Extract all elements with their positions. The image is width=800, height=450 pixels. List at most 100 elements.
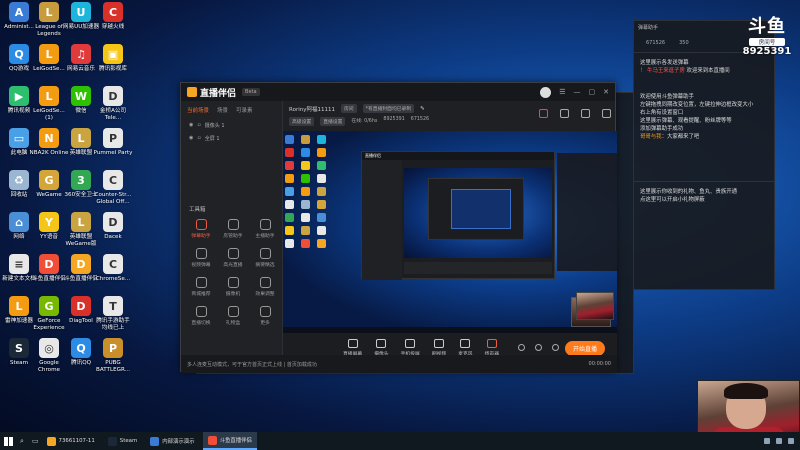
taskbar-item-icon xyxy=(207,435,217,445)
chat-text: 欢迎使用斗鱼弹幕助手 xyxy=(640,94,694,100)
live-settings-button[interactable]: 直播设置 xyxy=(320,117,346,126)
desktop-icon[interactable]: C ChromeSe... xyxy=(94,254,132,302)
desktop-icon-image: L xyxy=(39,2,59,22)
settings-icon[interactable] xyxy=(552,344,559,351)
taskbar-item[interactable]: 73661107-11 xyxy=(42,432,100,450)
network-icon[interactable] xyxy=(764,438,770,444)
desktop-icon[interactable]: D Dacek xyxy=(94,212,132,260)
desktop-icon-image: ♻ xyxy=(9,170,29,190)
tool-button[interactable]: 效果调整 xyxy=(249,277,281,297)
chat-username[interactable]: 哥哥与我 xyxy=(640,134,662,140)
status-text: 多人连麦互动模式，可于官方首页正式上线 | 首页加载成功 xyxy=(187,361,317,368)
toolbox-label: 工具箱 xyxy=(189,207,206,213)
room-title[interactable]: Roriny阿福11111 xyxy=(289,105,335,113)
close-icon[interactable]: ✕ xyxy=(603,88,609,96)
tool-button[interactable]: 房管助手 xyxy=(217,219,249,239)
tool-button[interactable]: 礼物盒 xyxy=(217,306,249,326)
tool-label: 摄像机 xyxy=(225,292,241,297)
lock-icon[interactable]: ▫ xyxy=(197,135,200,142)
desktop-icon-image: A xyxy=(9,2,29,22)
tool-button[interactable]: 主播助手 xyxy=(249,219,281,239)
tool-button[interactable]: 摘要精选 xyxy=(249,248,281,268)
desktop-icon[interactable]: P Pummel Party xyxy=(94,128,132,176)
tool-button[interactable]: 高光直播 xyxy=(217,248,249,268)
taskbar-item-label: Steam xyxy=(119,438,138,444)
taskbar-item[interactable]: Steam xyxy=(103,432,142,450)
chat-message: 这里展示弹幕、观看提醒、粉丝牌等等 xyxy=(634,117,774,125)
menu-icon[interactable]: ☰ xyxy=(559,88,565,96)
taskbar-item-icon xyxy=(46,436,56,446)
preview-desktop-icon xyxy=(301,174,310,183)
gift-icon[interactable] xyxy=(539,109,548,118)
desktop-icon-image: ⌂ xyxy=(9,212,29,232)
preview-recursive-core xyxy=(451,189,511,229)
volume-icon[interactable] xyxy=(776,438,782,444)
desktop-icon[interactable]: ▣ 腾讯影视库 xyxy=(94,44,132,92)
tool-button[interactable]: 摄像机 xyxy=(217,277,249,297)
chat-message: 添加弹幕助手成功 xyxy=(634,125,774,133)
maximize-icon[interactable]: ▢ xyxy=(589,88,596,96)
source-icon xyxy=(376,339,387,348)
start-button[interactable] xyxy=(0,432,16,450)
desktop-icon[interactable]: C 穿越火线 xyxy=(94,2,132,50)
search-icon[interactable]: ⌕ xyxy=(20,437,24,446)
tool-button[interactable]: 商城推荐 xyxy=(185,277,217,297)
scene-item[interactable]: ◉ ▫ 全屏 1 xyxy=(181,132,282,145)
scene-item[interactable]: ◉ ▫ 摄像头 1 xyxy=(181,119,282,132)
desktop-icon-image: ≡ xyxy=(9,254,29,274)
tab-materials[interactable]: 可录素 xyxy=(236,106,253,114)
task-view-icon[interactable]: ▭ xyxy=(32,437,39,445)
tool-button[interactable]: 直播切换 xyxy=(185,306,217,326)
desktop-icon-image: L xyxy=(71,212,91,232)
taskbar-item[interactable]: 内部演示演示 xyxy=(145,432,199,450)
desktop-icon-image: ◎ xyxy=(39,338,59,358)
taskbar-item[interactable]: 斗鱼直播伴侣 xyxy=(202,432,257,450)
desktop-icon-image: U xyxy=(71,2,91,22)
start-live-button[interactable]: 开始直播 xyxy=(564,341,605,356)
desktop-icon-image: C xyxy=(103,170,123,190)
tool-label: 主播助手 xyxy=(255,234,275,239)
preview-desktop-icon xyxy=(285,174,294,183)
tool-button[interactable]: 更多 xyxy=(249,306,281,326)
desktop-icon[interactable]: C Counter-Str... Global Off... xyxy=(94,170,132,218)
record-icon[interactable] xyxy=(518,344,525,351)
desktop-icon-image: D xyxy=(71,296,91,316)
streaming-app-window[interactable]: 直播伴侣 Beta ☰ — ▢ ✕ 当前场景 场景 可录素 ◉ ▫ 摄像头 1 … xyxy=(180,82,617,373)
edit-icon[interactable]: ✎ xyxy=(420,106,425,112)
desktop-icon[interactable]: D 金桥A公司 Tele... xyxy=(94,86,132,134)
fan-count: 350 xyxy=(679,39,689,46)
room-chip[interactable]: 房间 xyxy=(340,104,357,113)
chat-assistant-window[interactable]: 弹幕助手 671526 350 这里展示各发送弹幕！ 牛马王来逛子房 欢迎来到本… xyxy=(633,20,775,290)
tool-icon xyxy=(227,277,239,288)
tool-button[interactable]: 视频弹幕 xyxy=(185,248,217,268)
desktop-icon[interactable]: T 腾讯手游助手 均线已上 xyxy=(94,296,132,344)
mail-icon[interactable] xyxy=(560,109,569,118)
tool-icon xyxy=(195,277,207,288)
preview-desktop-icon xyxy=(301,226,310,235)
share-icon[interactable] xyxy=(602,109,611,118)
tab-current-scene[interactable]: 当前场景 xyxy=(187,106,209,114)
windows-taskbar: ⌕ ▭ 73661107-11 Steam 内部演示演示 斗鱼直播伴侣 xyxy=(0,432,800,450)
eye-icon[interactable]: ◉ xyxy=(189,122,193,129)
preview-desktop-icon xyxy=(301,239,310,248)
tool-label: 更多 xyxy=(260,321,270,326)
stream-preview[interactable]: 直播伴侣 xyxy=(283,131,617,333)
grid-icon[interactable] xyxy=(581,109,590,118)
minimize-icon[interactable]: — xyxy=(574,88,581,96)
eye-icon[interactable]: ◉ xyxy=(189,135,193,142)
desktop-icon-image: L xyxy=(39,44,59,64)
eye-icon[interactable] xyxy=(535,344,542,351)
lock-icon[interactable]: ▫ xyxy=(197,122,200,129)
tab-scenes[interactable]: 场景 xyxy=(217,106,228,114)
advanced-settings-button[interactable]: 高级设置 xyxy=(289,117,315,126)
chat-username[interactable]: ！ 牛马王来逛子房 xyxy=(640,68,685,74)
header-icons xyxy=(539,109,611,118)
notification-icon[interactable] xyxy=(788,438,794,444)
app-titlebar[interactable]: 直播伴侣 Beta ☰ — ▢ ✕ xyxy=(181,83,615,101)
desktop-icon-image: ▶ xyxy=(9,86,29,106)
tool-label: 商城推荐 xyxy=(191,292,211,297)
desktop-icon[interactable]: P PUBG BATTLEGR... xyxy=(94,338,132,386)
avatar[interactable] xyxy=(540,86,552,98)
windows-icon xyxy=(3,436,13,446)
tool-button[interactable]: 弹幕助手 xyxy=(185,219,217,239)
